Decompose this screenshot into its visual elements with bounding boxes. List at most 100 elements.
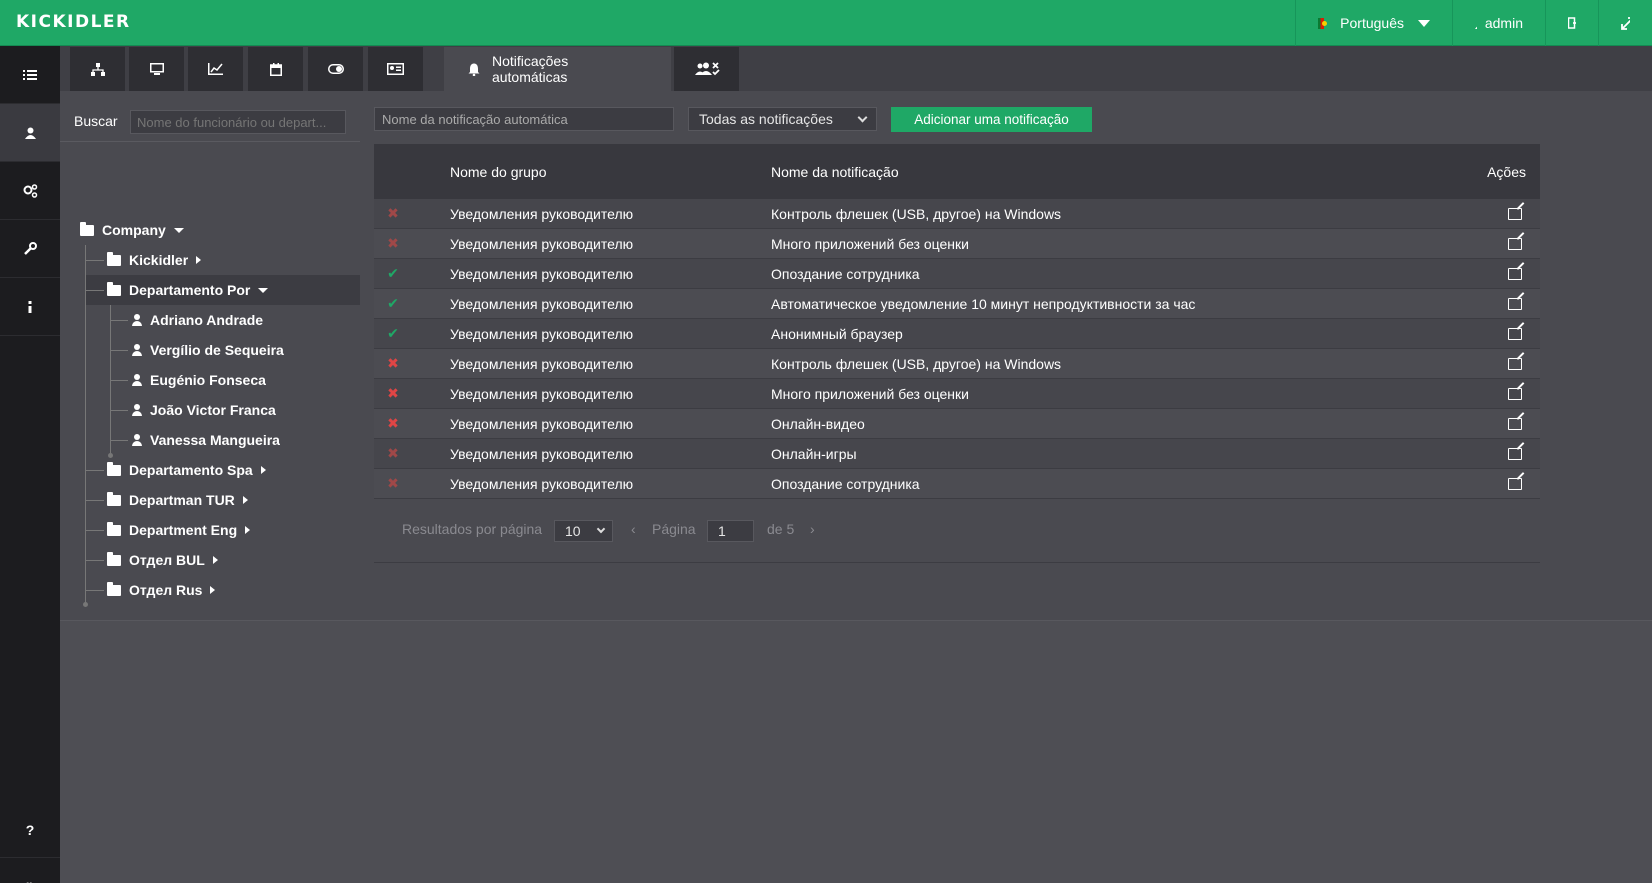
edit-icon[interactable] bbox=[1508, 327, 1522, 340]
per-page-value: 10 bbox=[565, 523, 581, 539]
edit-icon[interactable] bbox=[1508, 297, 1522, 310]
table-row[interactable]: ✖ Уведомления руководителю Опоздание сотру… bbox=[374, 469, 1540, 499]
tree-line bbox=[86, 560, 104, 561]
monitor-icon bbox=[149, 63, 164, 75]
tree-node-kickidler[interactable]: Kickidler bbox=[107, 245, 202, 275]
sidebar-item-employees[interactable] bbox=[0, 104, 60, 162]
tree-node-label: Отдел Rus bbox=[129, 582, 203, 598]
collapse-sidebar-button[interactable]: » bbox=[0, 857, 60, 883]
tab-monitoring[interactable] bbox=[129, 47, 184, 91]
disabled-cross-icon[interactable]: ✖ bbox=[386, 475, 400, 492]
help-button[interactable]: ? bbox=[0, 804, 60, 856]
tree-node-employee[interactable]: Vanessa Mangueira bbox=[132, 425, 280, 455]
prev-page-button[interactable]: ‹ bbox=[631, 521, 636, 537]
tree-node-departamento-por[interactable]: Departamento Por bbox=[86, 275, 360, 305]
tree-node-company[interactable]: Company bbox=[80, 215, 184, 245]
table-row[interactable]: ✖ Уведомления руководителю Много приложени… bbox=[374, 379, 1540, 409]
notification-type-select[interactable]: Todas as notificações bbox=[688, 107, 877, 131]
tree-line bbox=[111, 380, 128, 381]
tree-line bbox=[111, 410, 128, 411]
caret-right-icon bbox=[260, 466, 266, 474]
table-row[interactable]: ✔ Уведомления руководителю Автоматическое … bbox=[374, 289, 1540, 319]
tree-node-departman-tur[interactable]: Departman TUR bbox=[107, 485, 248, 515]
tab-structure[interactable] bbox=[70, 47, 125, 91]
user-menu[interactable]: admin bbox=[1452, 0, 1545, 46]
table-row[interactable]: ✖ Уведомления руководителю Онлайн-игры bbox=[374, 439, 1540, 469]
language-selector[interactable]: Português bbox=[1295, 0, 1452, 46]
group-name-cell: Уведомления руководителю bbox=[450, 295, 634, 312]
tree-line bbox=[86, 590, 104, 591]
tree-node-employee[interactable]: Vergílio de Sequeira bbox=[132, 335, 284, 365]
table-row[interactable]: ✖ Уведомления руководителю Контроль флешек… bbox=[374, 199, 1540, 229]
sidebar-item-tools[interactable] bbox=[0, 220, 60, 278]
disabled-cross-icon[interactable]: ✖ bbox=[386, 445, 400, 462]
user-icon bbox=[24, 127, 36, 139]
edit-icon[interactable] bbox=[1508, 237, 1522, 250]
table-row[interactable]: ✔ Уведомления руководителю Анонимный брауз… bbox=[374, 319, 1540, 349]
table-row[interactable]: ✖ Уведомления руководителю Контроль флешек… bbox=[374, 349, 1540, 379]
folder-icon bbox=[107, 461, 121, 476]
tab-toggles[interactable] bbox=[308, 47, 363, 91]
top-bar-right: Português admin bbox=[1295, 0, 1652, 46]
pagination: Resultados por página 10 ‹ Página 1 de 5… bbox=[374, 503, 1540, 563]
edit-icon[interactable] bbox=[1508, 417, 1522, 430]
tree-node-departamento-spa[interactable]: Departamento Spa bbox=[107, 455, 266, 485]
tree-node-otdel-rus[interactable]: Отдел Rus bbox=[107, 575, 216, 605]
disabled-cross-icon[interactable]: ✖ bbox=[386, 415, 400, 432]
tree-node-otdel-bul[interactable]: Отдел BUL bbox=[107, 545, 218, 575]
tree-node-department-eng[interactable]: Department Eng bbox=[107, 515, 251, 545]
edit-icon[interactable] bbox=[1508, 477, 1522, 490]
column-header-actions: Ações bbox=[1487, 163, 1526, 180]
sidebar-item-list[interactable] bbox=[0, 46, 60, 104]
add-notification-button[interactable]: Adicionar uma notificação bbox=[891, 107, 1092, 132]
edit-icon[interactable] bbox=[1508, 387, 1522, 400]
tab-reports[interactable] bbox=[188, 47, 243, 91]
edit-icon[interactable] bbox=[1508, 267, 1522, 280]
tab-automatic-notifications[interactable]: Notificações automáticas bbox=[444, 47, 671, 91]
page-number-input[interactable]: 1 bbox=[707, 520, 754, 542]
enabled-check-icon[interactable]: ✔ bbox=[386, 295, 400, 312]
tab-calendar[interactable] bbox=[248, 47, 303, 91]
search-label: Buscar bbox=[74, 113, 118, 129]
column-header-group[interactable]: Nome do grupo bbox=[450, 164, 547, 180]
per-page-select[interactable]: 10 bbox=[554, 520, 613, 542]
gears-icon bbox=[23, 183, 37, 198]
tree-node-employee[interactable]: Adriano Andrade bbox=[132, 305, 263, 335]
logout-button[interactable] bbox=[1545, 0, 1598, 46]
enabled-check-icon[interactable]: ✔ bbox=[386, 265, 400, 282]
table-row[interactable]: ✔ Уведомления руководителю Опоздание сотру… bbox=[374, 259, 1540, 289]
tree-node-employee[interactable]: Eugénio Fonseca bbox=[132, 365, 266, 395]
folder-icon bbox=[107, 521, 121, 536]
enabled-check-icon[interactable]: ✔ bbox=[386, 325, 400, 342]
tab-profile[interactable] bbox=[368, 47, 423, 91]
caret-right-icon bbox=[212, 556, 218, 564]
disabled-cross-icon[interactable]: ✖ bbox=[386, 385, 400, 402]
edit-icon[interactable] bbox=[1508, 357, 1522, 370]
tree-line bbox=[86, 530, 104, 531]
disabled-cross-icon[interactable]: ✖ bbox=[386, 355, 400, 372]
divider bbox=[60, 141, 360, 142]
table-row[interactable]: ✖ Уведомления руководителю Онлайн-видео bbox=[374, 409, 1540, 439]
id-card-icon bbox=[387, 63, 404, 75]
expand-icon bbox=[1621, 16, 1630, 30]
kickidler-logo[interactable]: KICKIDLER bbox=[16, 12, 131, 32]
sidebar-item-info[interactable] bbox=[0, 278, 60, 336]
edit-icon[interactable] bbox=[1508, 207, 1522, 220]
page-number-value: 1 bbox=[718, 523, 726, 539]
column-header-name[interactable]: Nome da notificação bbox=[771, 164, 899, 180]
fullscreen-button[interactable] bbox=[1598, 0, 1652, 46]
person-icon bbox=[132, 374, 142, 386]
edit-icon[interactable] bbox=[1508, 447, 1522, 460]
tree-node-employee[interactable]: João Victor Franca bbox=[132, 395, 276, 425]
notification-search-input[interactable]: Nome da notificação automática bbox=[374, 107, 674, 131]
chevron-down-icon bbox=[1418, 19, 1430, 27]
sidebar-item-settings[interactable] bbox=[0, 162, 60, 220]
disabled-cross-icon[interactable]: ✖ bbox=[386, 205, 400, 222]
group-name-cell: Уведомления руководителю bbox=[450, 415, 634, 432]
tab-user-exclusions[interactable] bbox=[674, 47, 739, 91]
disabled-cross-icon[interactable]: ✖ bbox=[386, 235, 400, 252]
table-row[interactable]: ✖ Уведомления руководителю Много приложени… bbox=[374, 229, 1540, 259]
employee-search-input[interactable] bbox=[130, 110, 346, 134]
tree-node-label: Department Eng bbox=[129, 522, 238, 538]
next-page-button[interactable]: › bbox=[810, 521, 815, 537]
